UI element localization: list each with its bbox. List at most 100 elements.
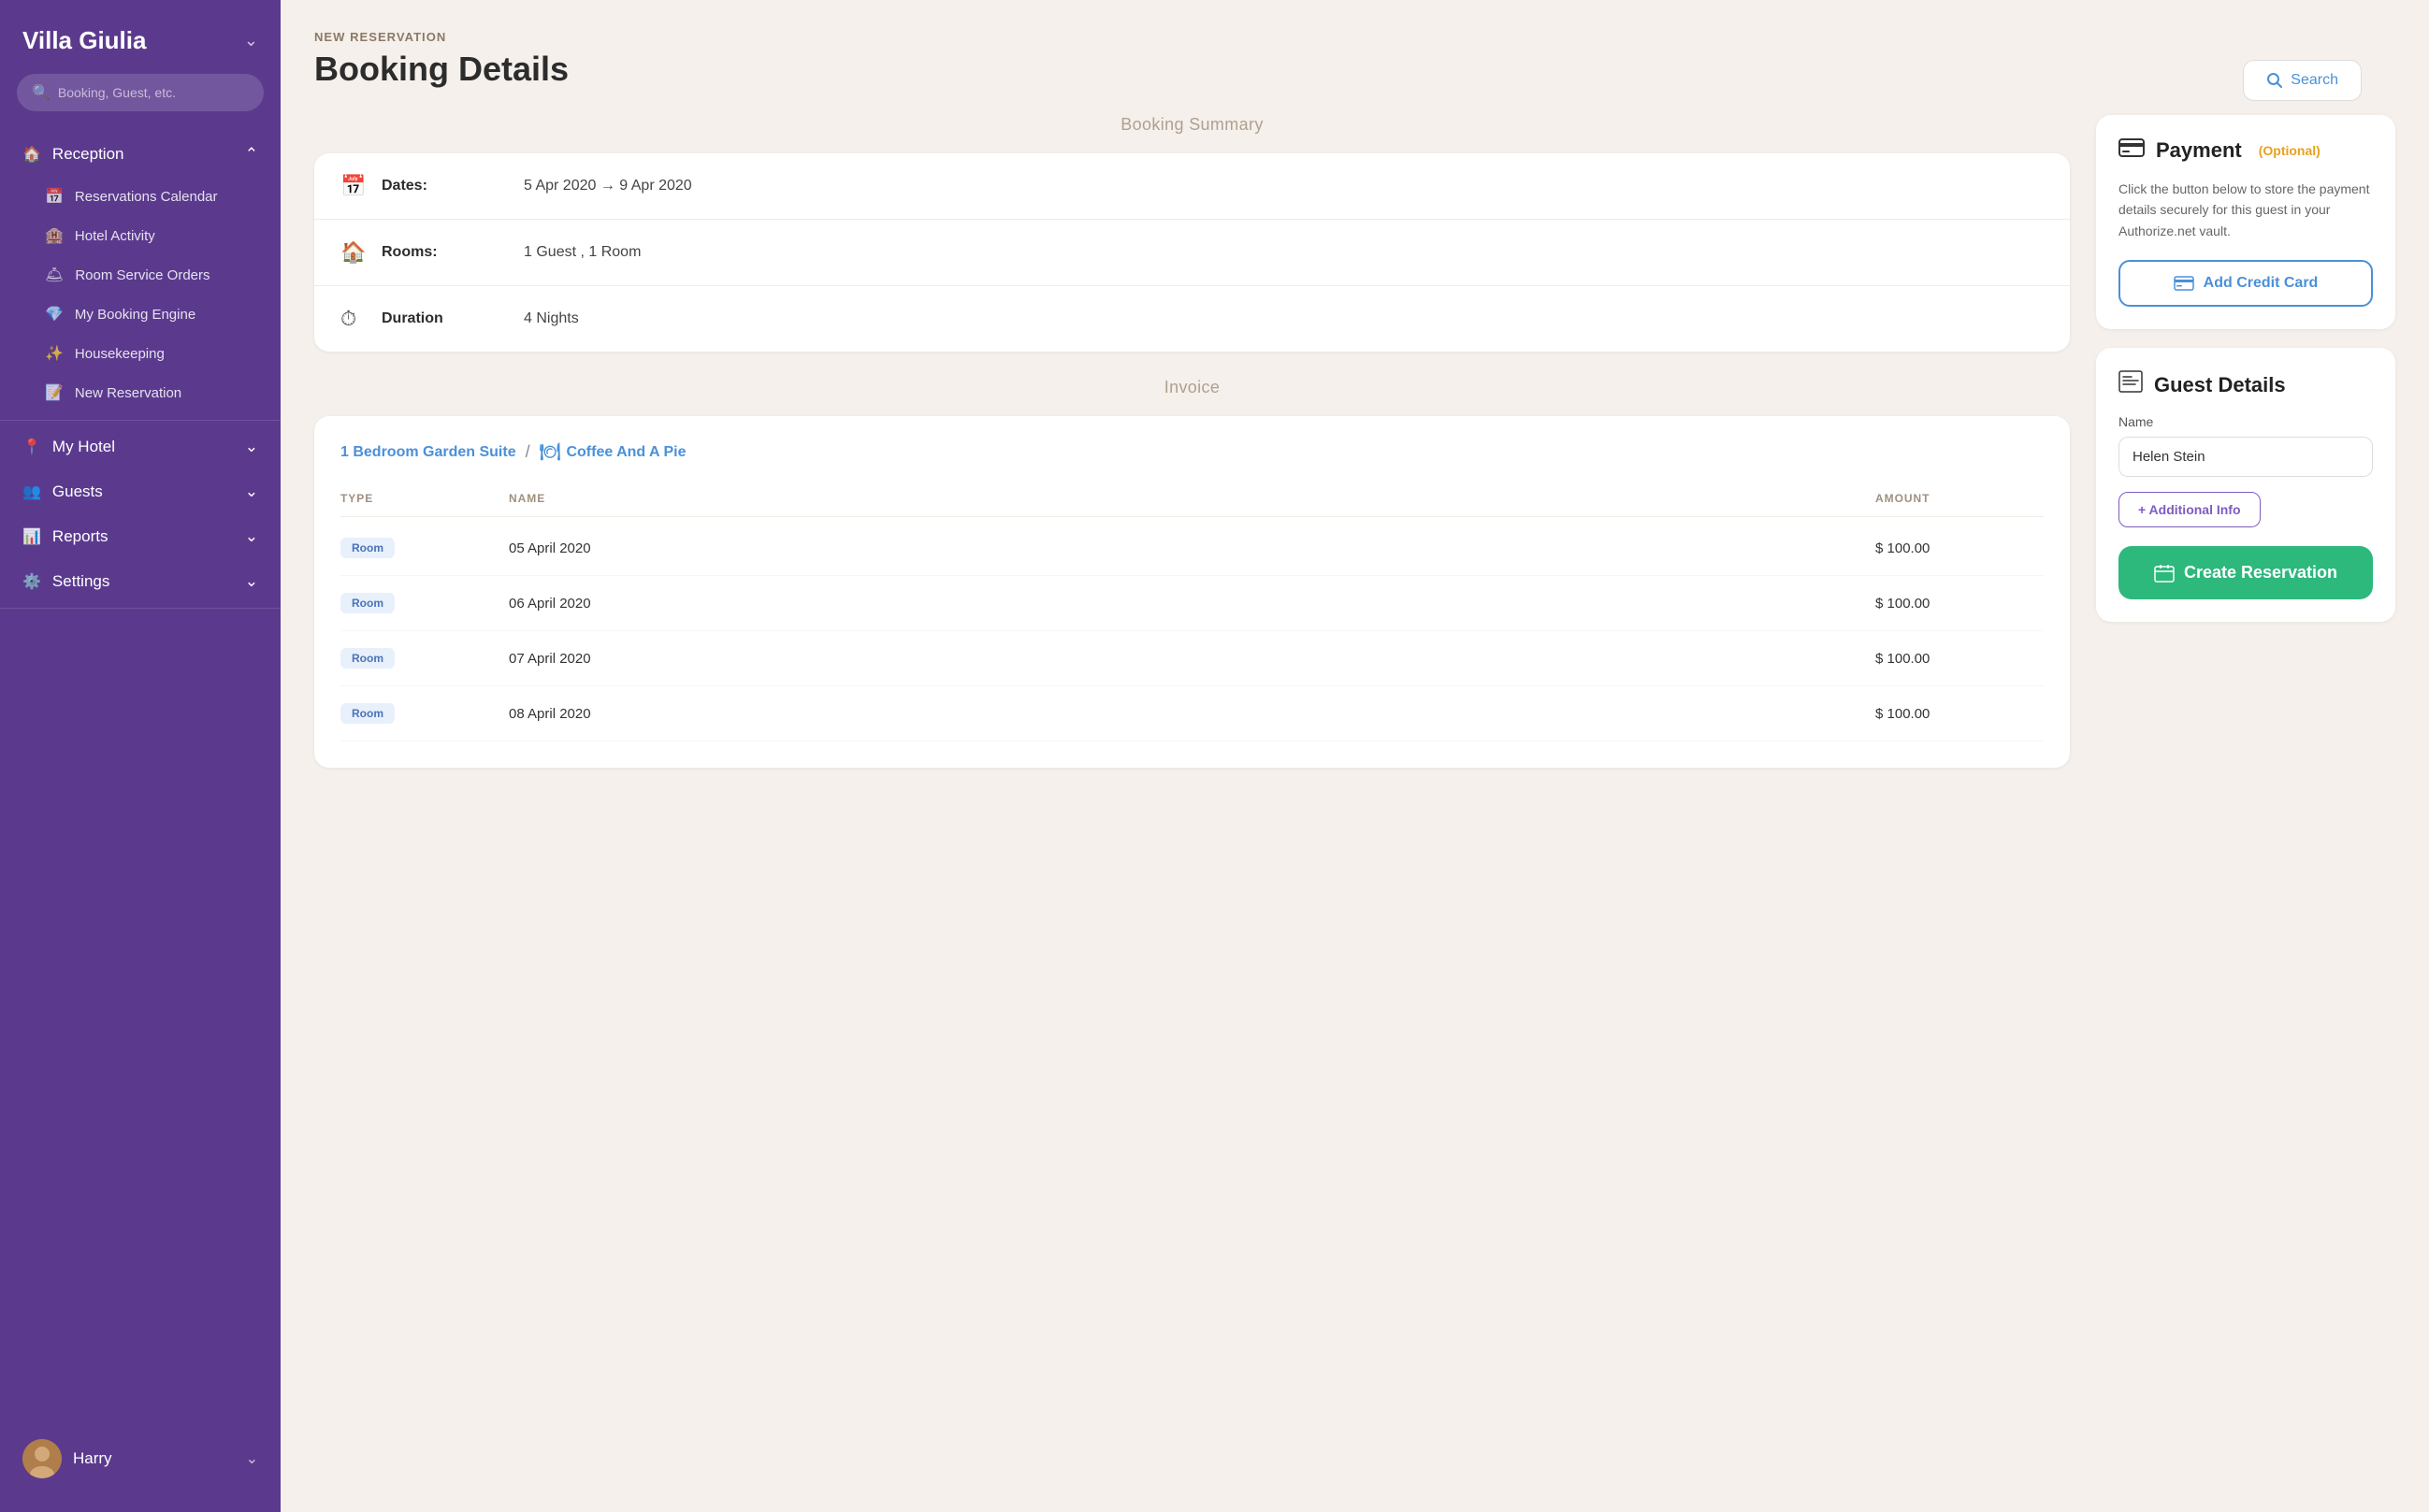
settings-label: Settings: [52, 572, 109, 591]
sidebar-item-new-reservation[interactable]: 📝 New Reservation: [0, 373, 281, 412]
nav-divider-1: [0, 420, 281, 421]
room-badge-3: Room: [340, 703, 395, 724]
credit-card-icon: [2174, 276, 2194, 291]
reports-chevron: ⌄: [245, 527, 258, 546]
payment-header: Payment (Optional): [2118, 137, 2373, 164]
hotel-name: Villa Giulia: [22, 26, 146, 55]
reservations-calendar-icon: 📅: [45, 187, 64, 206]
guest-name-label: Name: [2118, 414, 2373, 429]
room-badge-0: Room: [340, 538, 395, 558]
user-chevron: ⌄: [246, 1449, 258, 1468]
duration-label: Duration: [382, 310, 494, 327]
nav-group-reception[interactable]: 🏠 Reception ⌃: [0, 132, 281, 177]
guest-details-header: Guest Details: [2118, 370, 2373, 399]
reports-icon: 📊: [22, 527, 41, 546]
invoice-date-3: 08 April 2020: [509, 706, 1875, 722]
my-hotel-chevron: ⌄: [245, 438, 258, 456]
guest-name-input[interactable]: [2118, 437, 2373, 477]
payment-panel: Payment (Optional) Click the button belo…: [2096, 115, 2395, 329]
search-icon: [2266, 72, 2283, 89]
payment-title: Payment: [2156, 138, 2242, 163]
invoice-amount-2: $ 100.00: [1875, 651, 2044, 667]
page-label: NEW RESERVATION: [314, 30, 2208, 44]
sidebar-item-room-service-orders[interactable]: 🛎 Room Service Orders: [0, 255, 281, 295]
col-type: TYPE: [340, 492, 509, 505]
sidebar-item-housekeeping[interactable]: ✨ Housekeeping: [0, 334, 281, 373]
col-amount: AMOUNT: [1875, 492, 2044, 505]
sidebar-search-input[interactable]: [58, 85, 249, 100]
main-content-area: NEW RESERVATION Booking Details Search B…: [281, 0, 2429, 1512]
guests-icon: 👥: [22, 482, 41, 501]
new-reservation-label: New Reservation: [75, 385, 181, 401]
invoice-service-link[interactable]: 🍽 Coffee And A Pie: [540, 442, 687, 462]
sidebar-item-reservations-calendar[interactable]: 📅 Reservations Calendar: [0, 177, 281, 216]
invoice-amount-3: $ 100.00: [1875, 706, 2044, 722]
nav-section-reception: 🏠 Reception ⌃ 📅 Reservations Calendar 🏨 …: [0, 128, 281, 416]
room-service-label: Room Service Orders: [75, 267, 210, 283]
invoice-date-2: 07 April 2020: [509, 651, 1875, 667]
dates-icon: 📅: [340, 174, 367, 198]
invoice-table-header: TYPE NAME AMOUNT: [340, 484, 2044, 517]
booking-engine-label: My Booking Engine: [75, 307, 195, 323]
duration-icon: ⏱: [340, 307, 367, 331]
invoice-row-1: Room 06 April 2020 $ 100.00: [340, 576, 2044, 631]
create-reservation-icon: [2154, 564, 2175, 583]
booking-engine-icon: 💎: [45, 305, 64, 324]
page-title: Booking Details: [314, 50, 2208, 89]
payment-description: Click the button below to store the paym…: [2118, 179, 2373, 241]
guest-details-icon: [2118, 370, 2143, 399]
housekeeping-icon: ✨: [45, 344, 64, 363]
reports-label: Reports: [52, 527, 108, 546]
create-reservation-label: Create Reservation: [2184, 563, 2337, 583]
reception-chevron: ⌃: [245, 145, 258, 164]
guest-details-panel: Guest Details Name + Additional Info: [2096, 348, 2395, 622]
avatar: [22, 1439, 62, 1478]
sidebar-item-my-booking-engine[interactable]: 💎 My Booking Engine: [0, 295, 281, 334]
payment-icon: [2118, 137, 2145, 164]
sidebar-header: Villa Giulia ⌄: [0, 0, 281, 74]
invoice-header: 1 Bedroom Garden Suite / 🍽 Coffee And A …: [340, 442, 2044, 462]
nav-group-settings[interactable]: ⚙️ Settings ⌄: [0, 559, 281, 604]
col-name: NAME: [509, 492, 1875, 505]
right-panel: Payment (Optional) Click the button belo…: [2096, 115, 2395, 622]
add-credit-card-label: Add Credit Card: [2204, 275, 2319, 292]
nav-group-guests[interactable]: 👥 Guests ⌄: [0, 469, 281, 514]
invoice-card: 1 Bedroom Garden Suite / 🍽 Coffee And A …: [314, 416, 2070, 768]
guest-details-title: Guest Details: [2154, 373, 2286, 397]
invoice-date-1: 06 April 2020: [509, 596, 1875, 612]
sidebar-search-bar[interactable]: 🔍: [17, 74, 264, 111]
invoice-separator: /: [526, 442, 530, 462]
rooms-label: Rooms:: [382, 244, 494, 261]
create-reservation-button[interactable]: Create Reservation: [2118, 546, 2373, 599]
payment-subtitle: (Optional): [2259, 143, 2321, 158]
sidebar-item-hotel-activity[interactable]: 🏨 Hotel Activity: [0, 216, 281, 255]
add-credit-card-button[interactable]: Add Credit Card: [2118, 260, 2373, 307]
room-service-icon: 🛎: [45, 266, 64, 284]
dates-value: 5 Apr 2020 → 9 Apr 2020: [524, 178, 692, 194]
search-button[interactable]: Search: [2243, 60, 2362, 101]
rooms-value: 1 Guest , 1 Room: [524, 244, 641, 261]
hotel-activity-label: Hotel Activity: [75, 228, 155, 244]
nav-group-reports[interactable]: 📊 Reports ⌄: [0, 514, 281, 559]
user-name: Harry: [73, 1449, 112, 1468]
reception-label: Reception: [52, 145, 124, 164]
user-section[interactable]: Harry ⌄: [0, 1424, 281, 1493]
settings-icon: ⚙️: [22, 572, 41, 591]
invoice-row-0: Room 05 April 2020 $ 100.00: [340, 521, 2044, 576]
dates-label: Dates:: [382, 178, 494, 194]
hotel-activity-icon: 🏨: [45, 226, 64, 245]
reception-icon: 🏠: [22, 145, 41, 164]
new-reservation-icon: 📝: [45, 383, 64, 402]
invoice-row-2: Room 07 April 2020 $ 100.00: [340, 631, 2044, 686]
additional-info-button[interactable]: + Additional Info: [2118, 492, 2261, 527]
guests-label: Guests: [52, 482, 103, 501]
booking-row-duration: ⏱ Duration 4 Nights: [314, 286, 2070, 352]
my-hotel-label: My Hotel: [52, 438, 115, 456]
invoice-row-3: Room 08 April 2020 $ 100.00: [340, 686, 2044, 742]
room-badge-2: Room: [340, 648, 395, 669]
additional-info-label: + Additional Info: [2138, 502, 2241, 517]
invoice-room-link[interactable]: 1 Bedroom Garden Suite: [340, 444, 516, 461]
nav-group-my-hotel[interactable]: 📍 My Hotel ⌄: [0, 425, 281, 469]
guests-chevron: ⌄: [245, 482, 258, 501]
hotel-dropdown-chevron[interactable]: ⌄: [244, 31, 258, 50]
